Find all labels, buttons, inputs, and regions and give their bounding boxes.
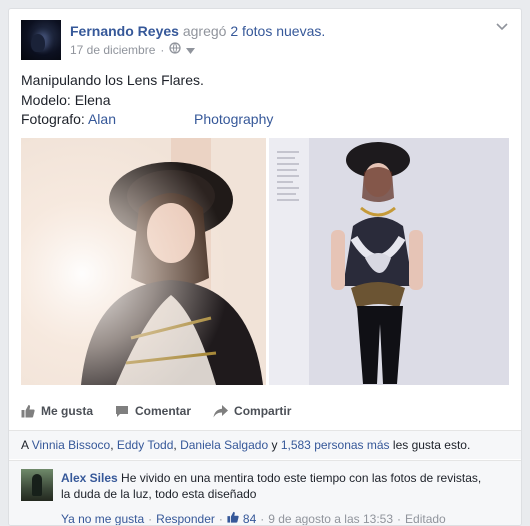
share-button-label: Compartir	[234, 404, 292, 418]
post-text-line: Fotografo: Alan Photography	[21, 110, 511, 130]
meta-separator: ·	[160, 42, 165, 57]
comment-body: Alex Siles He vivido en una mentira todo…	[61, 470, 511, 502]
comment-text-line: la duda de la luz, todo esta diseñado	[61, 487, 257, 501]
likes-suffix: les gusta esto.	[392, 438, 471, 452]
comment-like-count[interactable]: 84	[243, 512, 256, 526]
liker-link[interactable]: Eddy Todd	[117, 438, 174, 452]
post-options-chevron-down-icon[interactable]	[495, 22, 509, 36]
likes-separator: ,	[173, 438, 177, 452]
likes-and: y	[271, 438, 278, 452]
comment-date-link[interactable]: 9 de agosto a las 13:53	[268, 512, 393, 526]
audience-chevron-down-icon[interactable]	[186, 43, 196, 57]
comment-meta-separator: ·	[148, 511, 153, 526]
commenter-name-link[interactable]: Alex Siles	[61, 471, 118, 485]
likes-summary: A Vinnia Bissoco, Eddy Todd, Daniela Sal…	[9, 430, 521, 459]
author-line: Fernando Reyes agregó 2 fotos nuevas.	[70, 23, 325, 39]
photo-grid	[21, 138, 509, 385]
comment-button-label: Comentar	[135, 404, 192, 418]
post-text: Manipulando los Lens Flares. Modelo: Ele…	[21, 71, 511, 130]
comment-text-line: He vivido en una mentira todo este tiemp…	[121, 471, 482, 485]
post-meta: 17 de diciembre ·	[70, 42, 196, 57]
speech-bubble-icon	[115, 405, 129, 418]
share-button[interactable]: Compartir	[213, 404, 291, 418]
comment-button[interactable]: Comentar	[115, 404, 191, 418]
like-button-label: Me gusta	[41, 404, 94, 418]
post-card: Fernando Reyes agregó 2 fotos nuevas. 17…	[8, 8, 522, 526]
share-arrow-icon	[213, 404, 229, 418]
globe-icon[interactable]	[169, 42, 182, 57]
photographer-label: Fotografo:	[21, 111, 85, 127]
comment-edited-label[interactable]: Editado	[405, 512, 446, 526]
author-action-text: agregó	[182, 23, 227, 39]
thumbs-up-icon	[21, 404, 35, 418]
likes-prefix: A	[21, 438, 29, 452]
post-actions: Me gusta Comentar Compartir	[21, 401, 511, 421]
photographer-link-photography[interactable]: Photography	[194, 111, 273, 127]
comment-meta-separator: ·	[218, 511, 223, 526]
unlike-comment-link[interactable]: Ya no me gusta	[61, 512, 144, 526]
post-header: Fernando Reyes agregó 2 fotos nuevas. 17…	[21, 20, 509, 60]
comment-item: Alex Siles He vivido en una mentira todo…	[9, 460, 521, 526]
photo-count-link[interactable]: 2 fotos nuevas.	[230, 23, 325, 39]
post-text-line: Modelo: Elena	[21, 91, 111, 108]
post-date-link[interactable]: 17 de diciembre	[70, 43, 155, 57]
author-name-link[interactable]: Fernando Reyes	[70, 23, 179, 39]
photographer-link-alan[interactable]: Alan	[88, 111, 116, 127]
author-avatar[interactable]	[21, 20, 61, 60]
likes-separator: ,	[110, 438, 114, 452]
post-text-line: Manipulando los Lens Flares.	[21, 72, 204, 88]
reply-comment-link[interactable]: Responder	[156, 512, 215, 526]
comment-meta-separator: ·	[260, 511, 265, 526]
like-button[interactable]: Me gusta	[21, 404, 93, 418]
comment-meta-separator: ·	[397, 511, 402, 526]
comment-meta: Ya no me gusta · Responder · 84 · 9 de a…	[61, 511, 446, 526]
comment-like-thumbs-up-icon	[227, 511, 239, 525]
photo-2[interactable]	[269, 138, 509, 385]
more-likers-link[interactable]: 1,583 personas más	[281, 438, 390, 452]
commenter-avatar[interactable]	[21, 469, 53, 501]
liker-link[interactable]: Daniela Salgado	[180, 438, 268, 452]
liker-link[interactable]: Vinnia Bissoco	[32, 438, 111, 452]
photo-1[interactable]	[21, 138, 266, 385]
